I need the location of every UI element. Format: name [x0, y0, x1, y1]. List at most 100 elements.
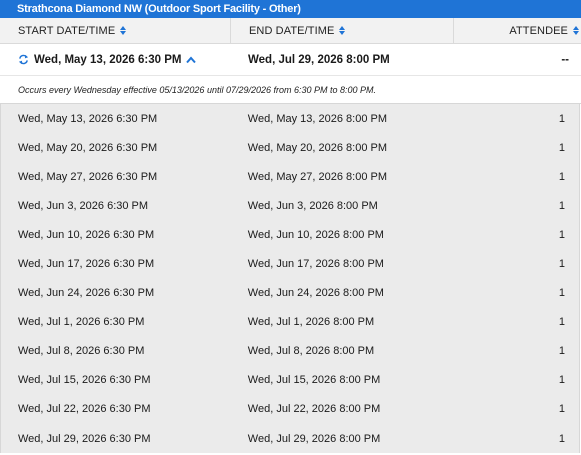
- occurrence-end: Wed, Jul 1, 2026 8:00 PM: [247, 316, 375, 329]
- facility-title-bar: Strathcona Diamond NW (Outdoor Sport Fac…: [0, 0, 581, 18]
- occurrence-start-cell: Wed, Jun 10, 2026 6:30 PM: [1, 229, 230, 241]
- occurrence-start: Wed, Jul 15, 2026 6:30 PM: [18, 374, 151, 387]
- occurrence-start-cell: Wed, Jul 15, 2026 6:30 PM: [1, 374, 230, 386]
- occurrence-row[interactable]: Wed, May 27, 2026 6:30 PM Wed, May 27, 20…: [1, 162, 579, 191]
- column-header-end-label: END DATE/TIME: [249, 24, 335, 37]
- occurrence-attendee: 1: [558, 374, 565, 387]
- occurrence-start: Wed, Jul 29, 2026 6:30 PM: [18, 432, 151, 445]
- occurrence-row[interactable]: Wed, May 20, 2026 6:30 PM Wed, May 20, 20…: [1, 133, 579, 162]
- occurrence-end-cell: Wed, Jun 3, 2026 8:00 PM: [230, 191, 452, 220]
- occurrence-attendee: 1: [558, 403, 565, 416]
- occurrence-start-cell: Wed, Jul 1, 2026 6:30 PM: [1, 316, 230, 328]
- series-row[interactable]: Wed, May 13, 2026 6:30 PM Wed, Jul 29, 2…: [0, 44, 581, 76]
- occurrence-end: Wed, Jul 8, 2026 8:00 PM: [247, 345, 375, 358]
- occurrence-attendee: 1: [558, 287, 565, 300]
- occurrence-attendee: 1: [558, 316, 565, 329]
- occurrence-end-cell: Wed, May 27, 2026 8:00 PM: [230, 162, 452, 191]
- occurrence-attendee: 1: [558, 258, 565, 271]
- facility-title: Strathcona Diamond NW (Outdoor Sport Fac…: [17, 3, 301, 15]
- occurrence-attendee: 1: [558, 345, 565, 358]
- occurrence-attendee-cell: 1: [452, 337, 579, 366]
- chevron-up-icon[interactable]: [186, 55, 197, 64]
- occurrence-row[interactable]: Wed, Jul 29, 2026 6:30 PM Wed, Jul 29, 20…: [1, 424, 579, 453]
- occurrence-end: Wed, May 13, 2026 8:00 PM: [247, 112, 388, 125]
- repeat-icon: [18, 54, 29, 65]
- occurrence-attendee-cell: 1: [452, 220, 579, 249]
- occurrence-list: Wed, May 13, 2026 6:30 PM Wed, May 13, 20…: [0, 104, 580, 454]
- occurrence-attendee-cell: 1: [452, 162, 579, 191]
- series-end: Wed, Jul 29, 2026 8:00 PM: [248, 53, 390, 66]
- occurrence-start-cell: Wed, Jun 24, 2026 6:30 PM: [1, 287, 230, 299]
- occurrence-start: Wed, May 27, 2026 6:30 PM: [18, 170, 158, 183]
- occurrence-row[interactable]: Wed, Jun 17, 2026 6:30 PM Wed, Jun 17, 20…: [1, 249, 579, 278]
- occurrence-row[interactable]: Wed, Jul 8, 2026 6:30 PM Wed, Jul 8, 2026…: [1, 337, 579, 366]
- occurrence-attendee: 1: [558, 199, 565, 212]
- occurrence-attendee-cell: 1: [452, 279, 579, 308]
- occurrence-end-cell: Wed, Jun 24, 2026 8:00 PM: [230, 279, 452, 308]
- occurrence-attendee-cell: 1: [452, 191, 579, 220]
- occurrence-row[interactable]: Wed, Jun 10, 2026 6:30 PM Wed, Jun 10, 20…: [1, 220, 579, 249]
- occurrence-end-cell: Wed, Jul 8, 2026 8:00 PM: [230, 337, 452, 366]
- occurrence-row[interactable]: Wed, Jul 1, 2026 6:30 PM Wed, Jul 1, 2026…: [1, 308, 579, 337]
- occurrence-attendee: 1: [558, 170, 565, 183]
- series-note-text: Occurs every Wednesday effective 05/13/2…: [18, 84, 377, 95]
- column-header-end[interactable]: END DATE/TIME: [230, 18, 453, 43]
- series-end-cell: Wed, Jul 29, 2026 8:00 PM: [230, 44, 453, 75]
- series-recurrence-note: Occurs every Wednesday effective 05/13/2…: [0, 76, 581, 104]
- series-start-cell: Wed, May 13, 2026 6:30 PM: [0, 54, 230, 66]
- occurrence-attendee-cell: 1: [452, 424, 579, 453]
- occurrence-end: Wed, Jun 24, 2026 8:00 PM: [247, 287, 384, 300]
- occurrence-start-cell: Wed, Jul 22, 2026 6:30 PM: [1, 403, 230, 415]
- column-header-start[interactable]: START DATE/TIME: [0, 25, 230, 37]
- occurrence-attendee-cell: 1: [452, 395, 579, 424]
- occurrence-end-cell: Wed, May 20, 2026 8:00 PM: [230, 133, 452, 162]
- occurrence-end-cell: Wed, Jun 17, 2026 8:00 PM: [230, 249, 452, 278]
- occurrence-start: Wed, Jul 8, 2026 6:30 PM: [18, 345, 145, 358]
- occurrence-start-cell: Wed, Jul 8, 2026 6:30 PM: [1, 345, 230, 357]
- occurrence-attendee: 1: [558, 432, 565, 445]
- occurrence-end: Wed, Jul 29, 2026 8:00 PM: [247, 432, 381, 445]
- occurrence-start: Wed, Jul 1, 2026 6:30 PM: [18, 316, 145, 329]
- occurrence-attendee-cell: 1: [452, 249, 579, 278]
- occurrence-start: Wed, Jun 24, 2026 6:30 PM: [18, 287, 155, 300]
- occurrence-end-cell: Wed, May 13, 2026 8:00 PM: [230, 104, 452, 133]
- occurrence-start-cell: Wed, May 20, 2026 6:30 PM: [1, 142, 230, 154]
- occurrence-row[interactable]: Wed, Jun 3, 2026 6:30 PM Wed, Jun 3, 2026…: [1, 191, 579, 220]
- occurrence-attendee: 1: [558, 141, 565, 154]
- occurrence-attendee-cell: 1: [452, 133, 579, 162]
- occurrence-end-cell: Wed, Jul 29, 2026 8:00 PM: [230, 424, 452, 453]
- sort-icon[interactable]: [573, 26, 579, 35]
- occurrence-row[interactable]: Wed, May 13, 2026 6:30 PM Wed, May 13, 20…: [1, 104, 579, 133]
- series-attendee: --: [561, 53, 569, 66]
- occurrence-end: Wed, Jun 3, 2026 8:00 PM: [247, 199, 378, 212]
- occurrence-start: Wed, Jun 17, 2026 6:30 PM: [18, 258, 155, 271]
- occurrence-start: Wed, Jul 22, 2026 6:30 PM: [18, 403, 151, 416]
- occurrence-row[interactable]: Wed, Jul 15, 2026 6:30 PM Wed, Jul 15, 20…: [1, 366, 579, 395]
- column-header-attendee[interactable]: ATTENDEE: [453, 18, 581, 43]
- occurrence-end: Wed, Jul 22, 2026 8:00 PM: [247, 403, 381, 416]
- series-attendee-cell: --: [453, 44, 581, 75]
- occurrence-attendee-cell: 1: [452, 366, 579, 395]
- occurrence-start-cell: Wed, Jun 17, 2026 6:30 PM: [1, 258, 230, 270]
- sort-icon[interactable]: [120, 26, 127, 35]
- occurrence-row[interactable]: Wed, Jul 22, 2026 6:30 PM Wed, Jul 22, 20…: [1, 395, 579, 424]
- occurrence-start-cell: Wed, May 13, 2026 6:30 PM: [1, 113, 230, 125]
- occurrence-end-cell: Wed, Jul 1, 2026 8:00 PM: [230, 308, 452, 337]
- occurrence-start: Wed, Jun 3, 2026 6:30 PM: [18, 199, 149, 212]
- occurrence-attendee-cell: 1: [452, 308, 579, 337]
- occurrence-start-cell: Wed, Jun 3, 2026 6:30 PM: [1, 200, 230, 212]
- occurrence-end: Wed, May 20, 2026 8:00 PM: [247, 141, 388, 154]
- occurrence-attendee: 1: [558, 112, 565, 125]
- occurrence-end: Wed, Jun 17, 2026 8:00 PM: [247, 258, 384, 271]
- sort-icon[interactable]: [339, 26, 346, 35]
- occurrence-end: Wed, Jul 15, 2026 8:00 PM: [247, 374, 381, 387]
- occurrence-attendee-cell: 1: [452, 104, 579, 133]
- column-header-attendee-label: ATTENDEE: [509, 24, 568, 37]
- series-start: Wed, May 13, 2026 6:30 PM: [34, 53, 182, 66]
- occurrence-start: Wed, Jun 10, 2026 6:30 PM: [18, 228, 155, 241]
- occurrence-end: Wed, May 27, 2026 8:00 PM: [247, 170, 388, 183]
- column-headers: START DATE/TIME END DATE/TIME ATTENDEE: [0, 18, 581, 44]
- occurrence-row[interactable]: Wed, Jun 24, 2026 6:30 PM Wed, Jun 24, 20…: [1, 279, 579, 308]
- occurrence-start-cell: Wed, Jul 29, 2026 6:30 PM: [1, 433, 230, 445]
- occurrence-start: Wed, May 20, 2026 6:30 PM: [18, 141, 158, 154]
